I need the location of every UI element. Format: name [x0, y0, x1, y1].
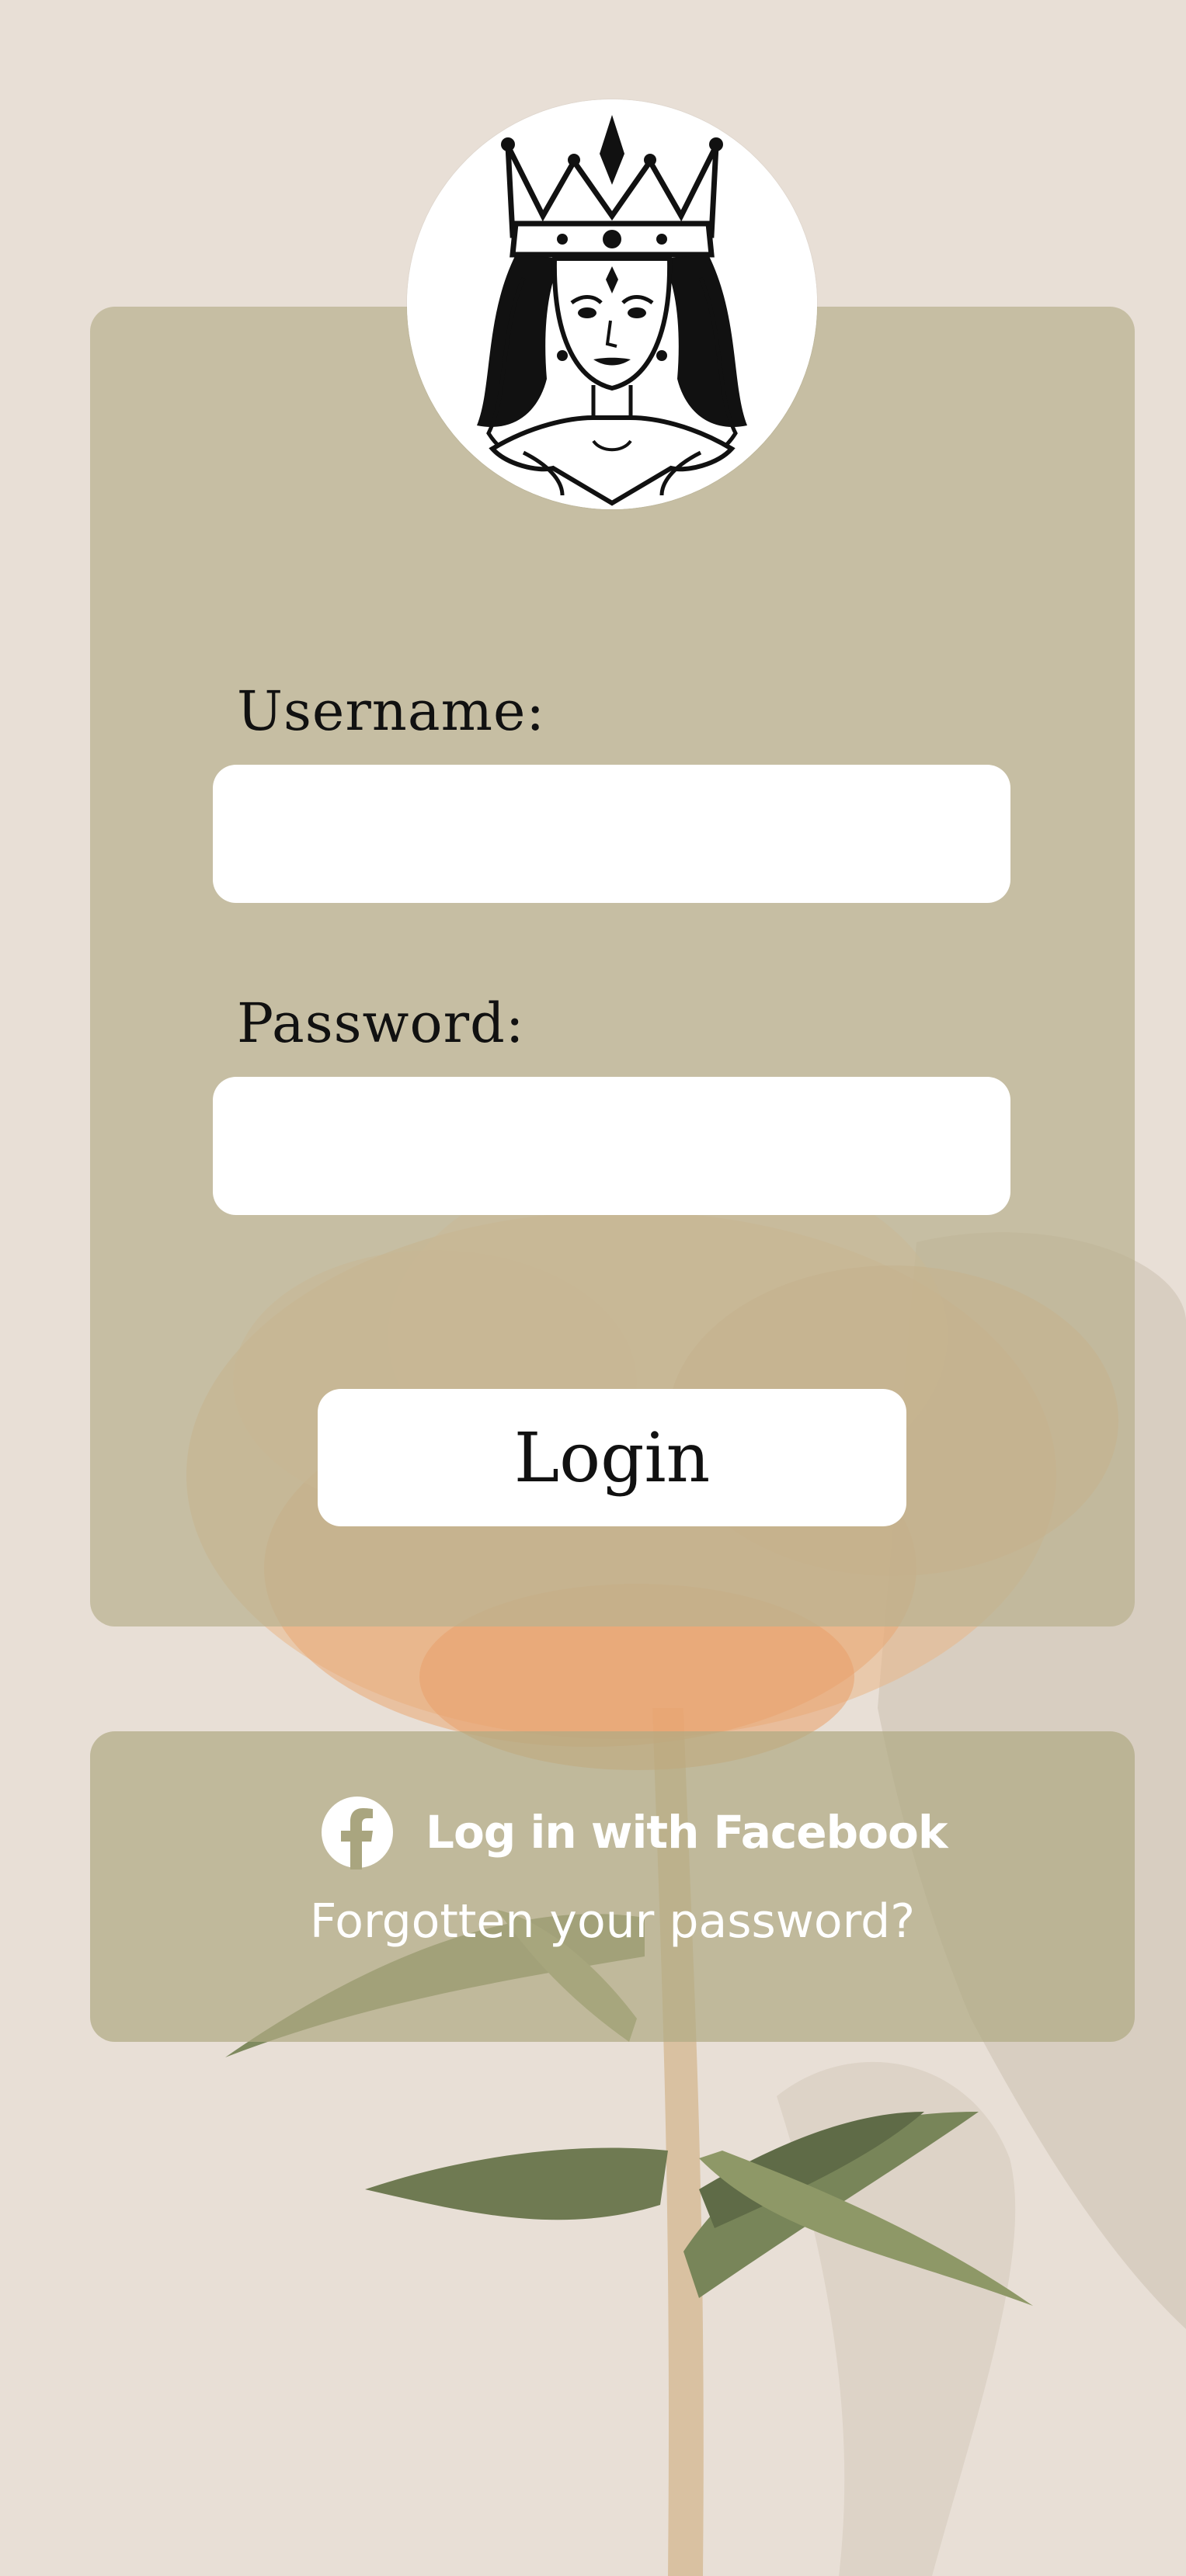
queen-logo-avatar — [407, 99, 817, 509]
facebook-login-link[interactable]: Log in with Facebook — [320, 1793, 948, 1871]
username-label: Username: — [237, 679, 546, 743]
facebook-icon — [322, 1797, 393, 1870]
login-button[interactable]: Login — [318, 1389, 906, 1526]
username-input[interactable] — [213, 765, 1010, 903]
forgot-password-link[interactable]: Forgotten your password? — [0, 1894, 1186, 1949]
facebook-login-label: Log in with Facebook — [426, 1806, 948, 1859]
queen-with-crown-icon — [407, 99, 817, 509]
social-login-card — [90, 1731, 1135, 2042]
password-label: Password: — [237, 991, 525, 1055]
password-input[interactable] — [213, 1077, 1010, 1215]
